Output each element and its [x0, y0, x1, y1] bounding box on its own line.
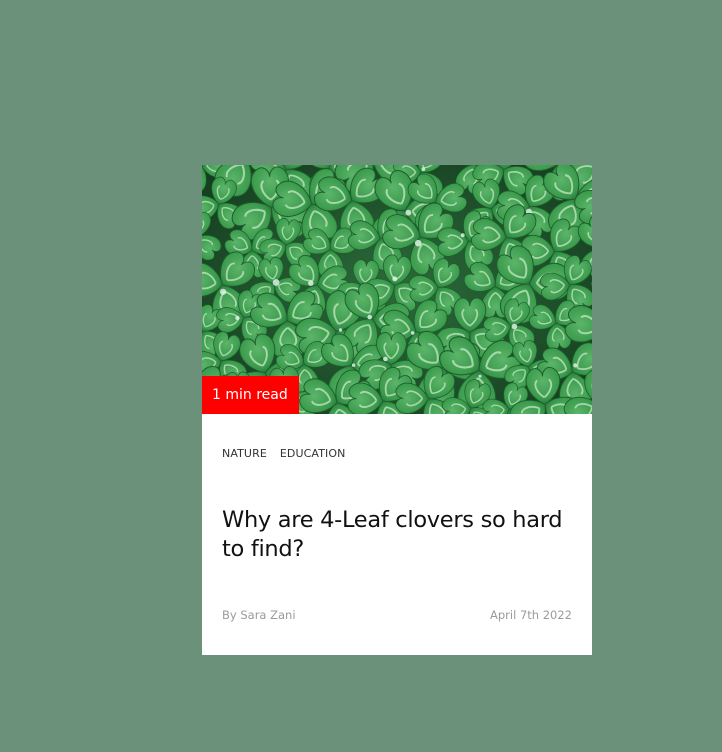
publish-date: April 7th 2022 — [490, 608, 572, 622]
read-time-badge: 1 min read — [202, 376, 299, 414]
article-card[interactable]: 1 min read NATURE EDUCATION Why are 4-Le… — [202, 165, 592, 655]
tag-list: NATURE EDUCATION — [222, 447, 345, 460]
author-byline: By Sara Zani — [222, 608, 296, 622]
tag-education[interactable]: EDUCATION — [280, 447, 346, 460]
article-title[interactable]: Why are 4-Leaf clovers so hard to find? — [222, 506, 582, 564]
card-image: 1 min read — [202, 165, 592, 414]
tag-nature[interactable]: NATURE — [222, 447, 267, 460]
